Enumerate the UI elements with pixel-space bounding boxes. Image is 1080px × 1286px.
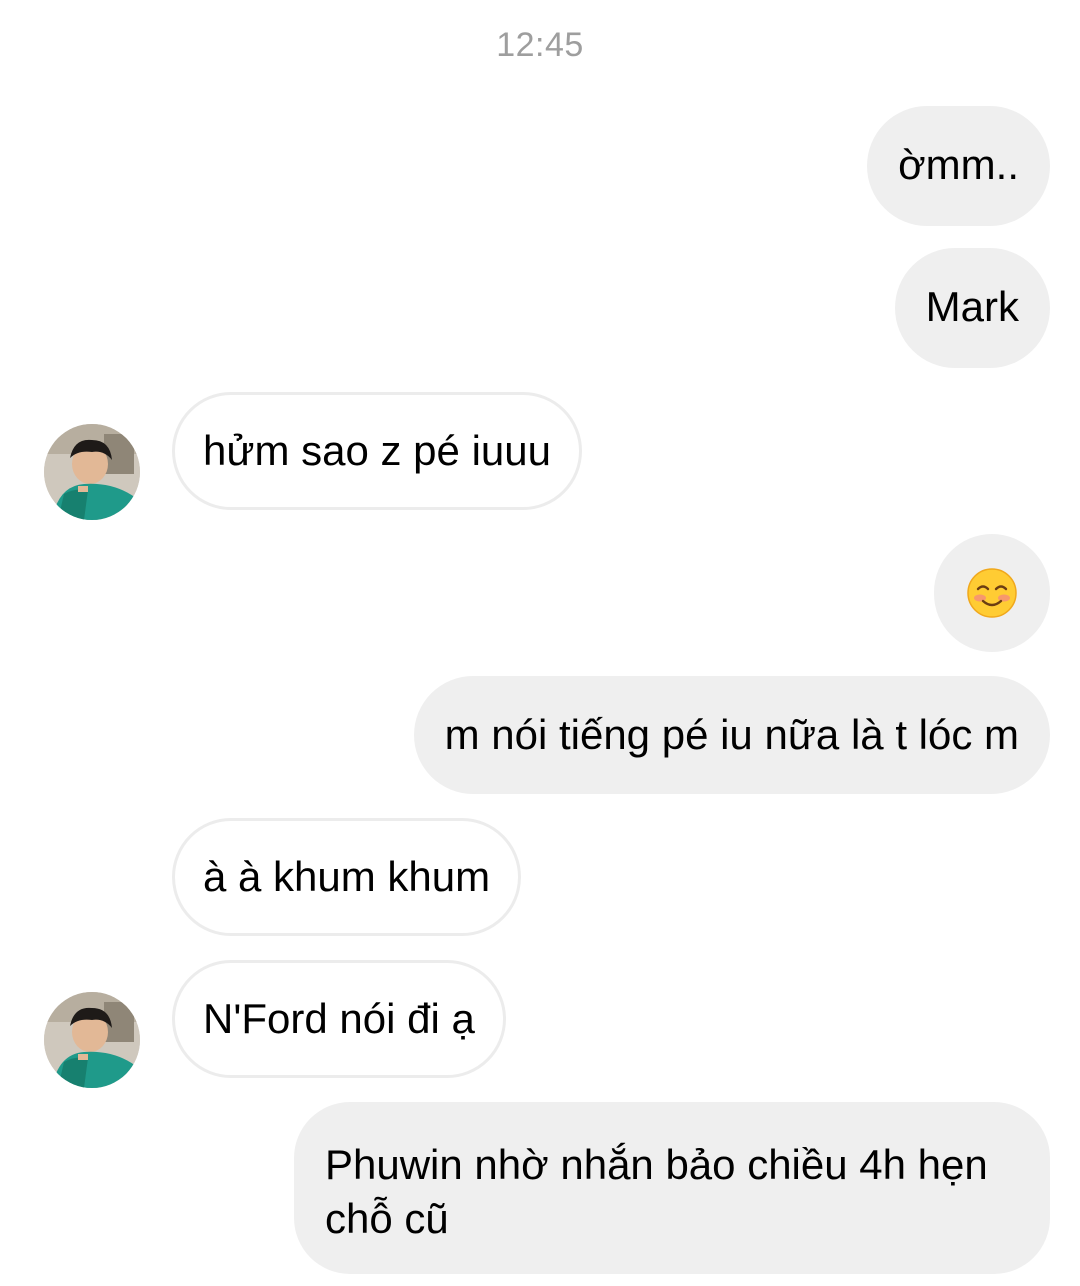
outgoing-message-bubble[interactable]: Phuwin nhờ nhắn bảo chiều 4h hẹn chỗ cũ [294, 1102, 1050, 1274]
incoming-message-bubble[interactable]: N'Ford nói đi ạ [172, 960, 506, 1078]
outgoing-message-bubble[interactable]: ờmm.. [867, 106, 1050, 226]
outgoing-message-bubble[interactable]: m nói tiếng pé iu nữa là t lóc m [413, 676, 1050, 794]
message-text: ờmm.. [898, 141, 1019, 188]
message-text: Phuwin nhờ nhắn bảo chiều 4h hẹn chỗ cũ [325, 1141, 988, 1242]
outgoing-message-bubble[interactable] [934, 534, 1050, 652]
message-text: Mark [925, 283, 1019, 330]
contact-avatar[interactable] [44, 992, 140, 1088]
incoming-message-bubble[interactable]: hửm sao z pé iuuu [172, 392, 582, 510]
message-text: à à khum khum [203, 853, 491, 900]
message-text: m nói tiếng pé iu nữa là t lóc m [444, 711, 1019, 758]
message-text: hửm sao z pé iuuu [203, 427, 551, 474]
incoming-message-bubble[interactable]: à à khum khum [172, 818, 522, 936]
contact-avatar[interactable] [44, 424, 140, 520]
outgoing-message-bubble[interactable]: Mark [894, 248, 1050, 368]
smiling-face-with-blush-emoji [967, 568, 1017, 618]
message-timestamp: 12:45 [496, 26, 584, 64]
message-text: N'Ford nói đi ạ [203, 995, 475, 1042]
